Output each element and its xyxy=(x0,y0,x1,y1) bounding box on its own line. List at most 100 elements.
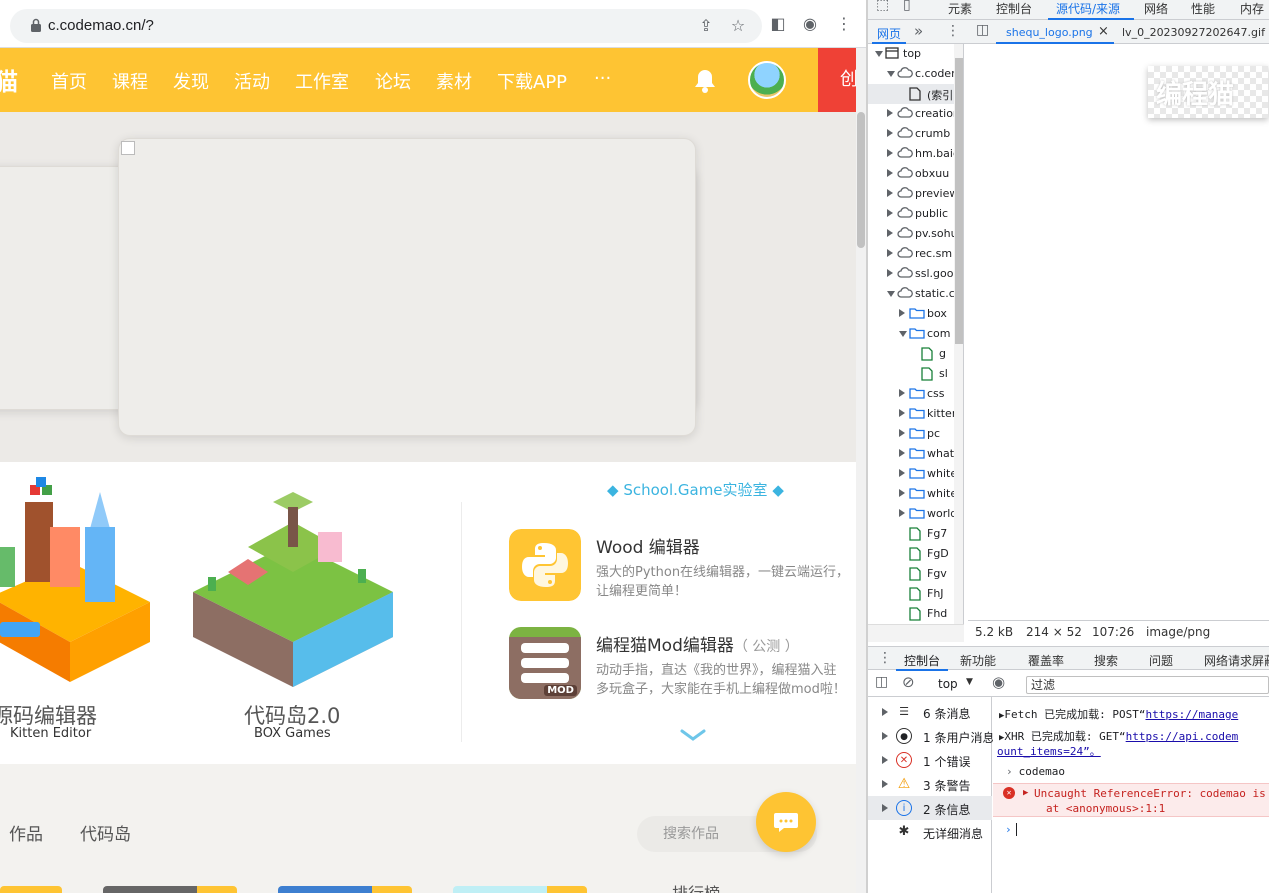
tree-item[interactable]: white xyxy=(868,464,954,484)
mod-editor-icon[interactable]: MOD xyxy=(509,627,581,699)
work-card[interactable] xyxy=(103,886,237,893)
leaderboard-link[interactable]: 排行榜 xyxy=(672,880,720,893)
caret-right-icon[interactable] xyxy=(887,229,893,237)
file-tab-shequ-logo[interactable]: shequ_logo.png xyxy=(1006,26,1093,39)
nav-forum[interactable]: 论坛 xyxy=(375,68,411,94)
caret-right-icon[interactable] xyxy=(887,109,893,117)
fetch-url-link[interactable]: https://manage xyxy=(1146,708,1239,721)
caret-right-icon[interactable] xyxy=(887,189,893,197)
console-prompt[interactable]: › xyxy=(993,823,1269,836)
log-fetch[interactable]: ▶Fetch 已完成加载: POST“https://manage xyxy=(993,706,1269,722)
device-toggle-icon[interactable]: ▯ xyxy=(903,0,911,13)
caret-right-icon[interactable] xyxy=(899,409,905,417)
caret-right-icon[interactable] xyxy=(887,149,893,157)
url-text[interactable]: c.codemao.cn/? xyxy=(48,17,154,34)
tree-item[interactable]: public xyxy=(868,204,954,224)
caret-right-icon[interactable] xyxy=(899,429,905,437)
caret-right-icon[interactable] xyxy=(899,389,905,397)
caret-right-icon[interactable] xyxy=(899,489,905,497)
tree-item[interactable]: crumb xyxy=(868,124,954,144)
sidebar-icon[interactable]: ◧ xyxy=(768,14,788,34)
tree-item[interactable]: what xyxy=(868,444,954,464)
nav-assets[interactable]: 素材 xyxy=(436,68,472,94)
tree-item[interactable]: pv.sohu xyxy=(868,224,954,244)
close-icon[interactable]: × xyxy=(1098,24,1109,39)
sidebar-toggle-icon[interactable]: ◫ xyxy=(875,674,888,690)
tree-item[interactable]: c.codemao.cn xyxy=(868,64,954,84)
avatar[interactable] xyxy=(748,61,786,99)
bell-icon[interactable] xyxy=(693,68,717,94)
caret-right-icon[interactable] xyxy=(887,269,893,277)
drawer-tab-console[interactable]: 控制台 xyxy=(904,652,940,669)
tree-item[interactable]: css xyxy=(868,384,954,404)
chevron-down-icon[interactable] xyxy=(680,728,706,742)
star-icon[interactable]: ☆ xyxy=(728,16,748,36)
tree-item[interactable]: com xyxy=(868,324,954,344)
xhr-url-link[interactable]: https://api.codem xyxy=(1126,730,1239,743)
caret-right-icon[interactable] xyxy=(899,309,905,317)
caret-down-icon[interactable] xyxy=(887,71,895,77)
omnibox[interactable]: c.codemao.cn/? ⇪ ☆ xyxy=(10,9,762,43)
messages-filter[interactable]: ☰ 6 条消息 xyxy=(868,700,992,724)
drawer-tab-issues[interactable]: 问题 xyxy=(1149,652,1173,669)
caret-right-icon[interactable] xyxy=(887,209,893,217)
carousel-card-active[interactable] xyxy=(118,138,696,436)
filter-input[interactable]: 过滤 xyxy=(1026,676,1269,694)
tree-item[interactable]: hm.baidu xyxy=(868,144,954,164)
tree-item[interactable]: top xyxy=(868,44,954,64)
tree-item[interactable]: world xyxy=(868,504,954,524)
nav-download-app[interactable]: 下载APP xyxy=(497,68,567,94)
tab-network[interactable]: 网络 xyxy=(1144,0,1168,17)
nav-studio[interactable]: 工作室 xyxy=(295,68,349,94)
profile-icon[interactable]: ◉ xyxy=(800,14,820,34)
tree-item[interactable]: FgD xyxy=(868,544,954,564)
tree-item[interactable]: white xyxy=(868,484,954,504)
work-card[interactable] xyxy=(278,886,412,893)
inspect-icon[interactable]: ⬚ xyxy=(876,0,889,13)
info-filter[interactable]: i 2 条信息 xyxy=(868,796,992,820)
tab-console[interactable]: 控制台 xyxy=(996,0,1032,17)
tree-item[interactable]: Fgv xyxy=(868,564,954,584)
eye-icon[interactable]: ◉ xyxy=(992,673,1005,691)
nav-more[interactable]: ··· xyxy=(594,68,611,89)
sidebar-toggle-icon[interactable]: ◫ xyxy=(976,22,989,38)
tree-item[interactable]: kitten xyxy=(868,404,954,424)
tree-item[interactable]: FhJ xyxy=(868,584,954,604)
lab-title[interactable]: ◆ School.Game实验室 ◆ xyxy=(607,479,784,500)
caret-down-icon[interactable] xyxy=(887,291,895,297)
page-scrollbar-thumb[interactable] xyxy=(857,112,865,248)
tab-memory[interactable]: 内存 xyxy=(1240,0,1264,17)
tab-code-island[interactable]: 代码岛 xyxy=(80,820,131,845)
tree-item[interactable]: box xyxy=(868,304,954,324)
caret-down-icon[interactable] xyxy=(899,331,907,337)
tree-item[interactable]: g xyxy=(868,344,954,364)
tab-sources[interactable]: 源代码/来源 xyxy=(1056,0,1120,17)
caret-down-icon[interactable] xyxy=(875,51,883,57)
xhr-url-tail[interactable]: ount_items=24”。 xyxy=(997,745,1101,758)
nav-discover[interactable]: 发现 xyxy=(173,68,209,94)
caret-right-icon[interactable] xyxy=(887,249,893,257)
nav-home[interactable]: 首页 xyxy=(51,68,87,94)
caret-down-icon[interactable]: ▼ xyxy=(966,677,973,687)
chat-button[interactable] xyxy=(756,792,816,852)
clear-console-icon[interactable]: ⊘ xyxy=(902,673,915,691)
work-card[interactable] xyxy=(453,886,587,893)
tree-hscrollbar[interactable] xyxy=(868,624,964,642)
caret-right-icon[interactable] xyxy=(887,129,893,137)
tree-item[interactable]: preview xyxy=(868,184,954,204)
tree-item[interactable]: obxuu xyxy=(868,164,954,184)
errors-filter[interactable]: ✕ 1 个错误 xyxy=(868,748,992,772)
tree-item[interactable]: static.c xyxy=(868,284,954,304)
drawer-tab-coverage[interactable]: 覆盖率 xyxy=(1028,652,1064,669)
nav-events[interactable]: 活动 xyxy=(234,68,270,94)
tree-item[interactable]: creation xyxy=(868,104,954,124)
caret-right-icon[interactable] xyxy=(899,449,905,457)
mod-editor-title[interactable]: 编程猫Mod编辑器（ 公测 ） xyxy=(596,631,799,656)
box-games-illustration[interactable] xyxy=(188,477,398,692)
user-messages-filter[interactable]: ● 1 条用户消息 xyxy=(868,724,994,748)
wood-editor-title[interactable]: Wood 编辑器 xyxy=(596,533,700,558)
verbose-filter[interactable]: ✱ 无详细消息 xyxy=(868,820,992,844)
log-xhr[interactable]: ▶XHR 已完成加载: GET“https://api.codem xyxy=(993,728,1269,744)
tree-item[interactable]: Fhd xyxy=(868,604,954,624)
tree-item[interactable]: Fg7 xyxy=(868,524,954,544)
